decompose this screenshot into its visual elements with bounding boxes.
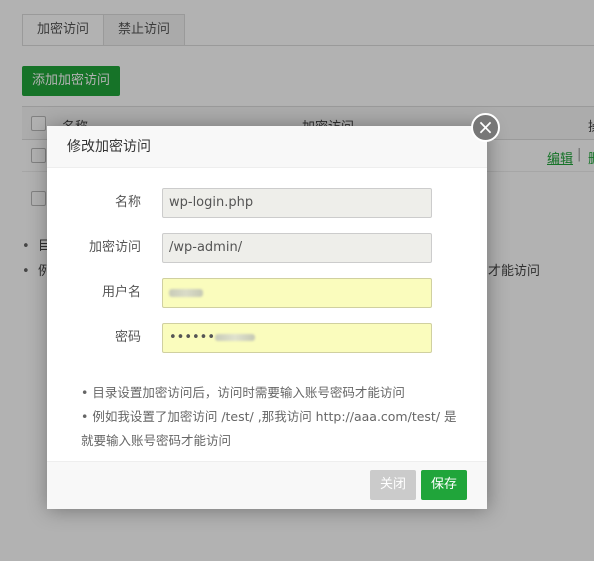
blurred-password <box>215 334 256 341</box>
close-button[interactable]: 关闭 <box>370 470 417 500</box>
edit-encrypted-access-dialog: 修改加密访问 名称 wp-login.php 加密访问 /wp-admin/ 用… <box>47 126 487 509</box>
name-field[interactable]: wp-login.php <box>162 188 432 218</box>
dialog-title: 修改加密访问 <box>47 126 487 168</box>
form-row-username: 用户名 <box>47 278 487 308</box>
save-button[interactable]: 保存 <box>421 470 468 500</box>
form-row-name: 名称 wp-login.php <box>47 188 487 218</box>
dialog-footer: 关闭 保存 <box>47 461 487 509</box>
dialog-tip-1: • 目录设置加密访问后，访问时需要输入账号密码才能访问 <box>81 385 405 400</box>
name-label: 名称 <box>114 195 141 210</box>
access-path-field[interactable]: /wp-admin/ <box>162 233 432 263</box>
form-row-access: 加密访问 /wp-admin/ <box>47 233 487 263</box>
form-row-password: 密码 •••••• <box>47 323 487 353</box>
username-field[interactable] <box>162 278 432 308</box>
dialog-tip-2: • 例如我设置了加密访问 /test/ ,那我访问 http://aaa.com… <box>81 409 457 424</box>
password-label: 密码 <box>114 330 141 345</box>
username-label: 用户名 <box>101 285 141 300</box>
blurred-username <box>169 289 203 297</box>
close-icon[interactable]: × <box>471 113 500 142</box>
password-dots: •••••• <box>169 330 216 345</box>
access-label: 加密访问 <box>88 240 141 255</box>
dialog-tip-2-cont: 就要输入账号密码才能访问 <box>81 433 232 448</box>
password-field[interactable]: •••••• <box>162 323 432 353</box>
